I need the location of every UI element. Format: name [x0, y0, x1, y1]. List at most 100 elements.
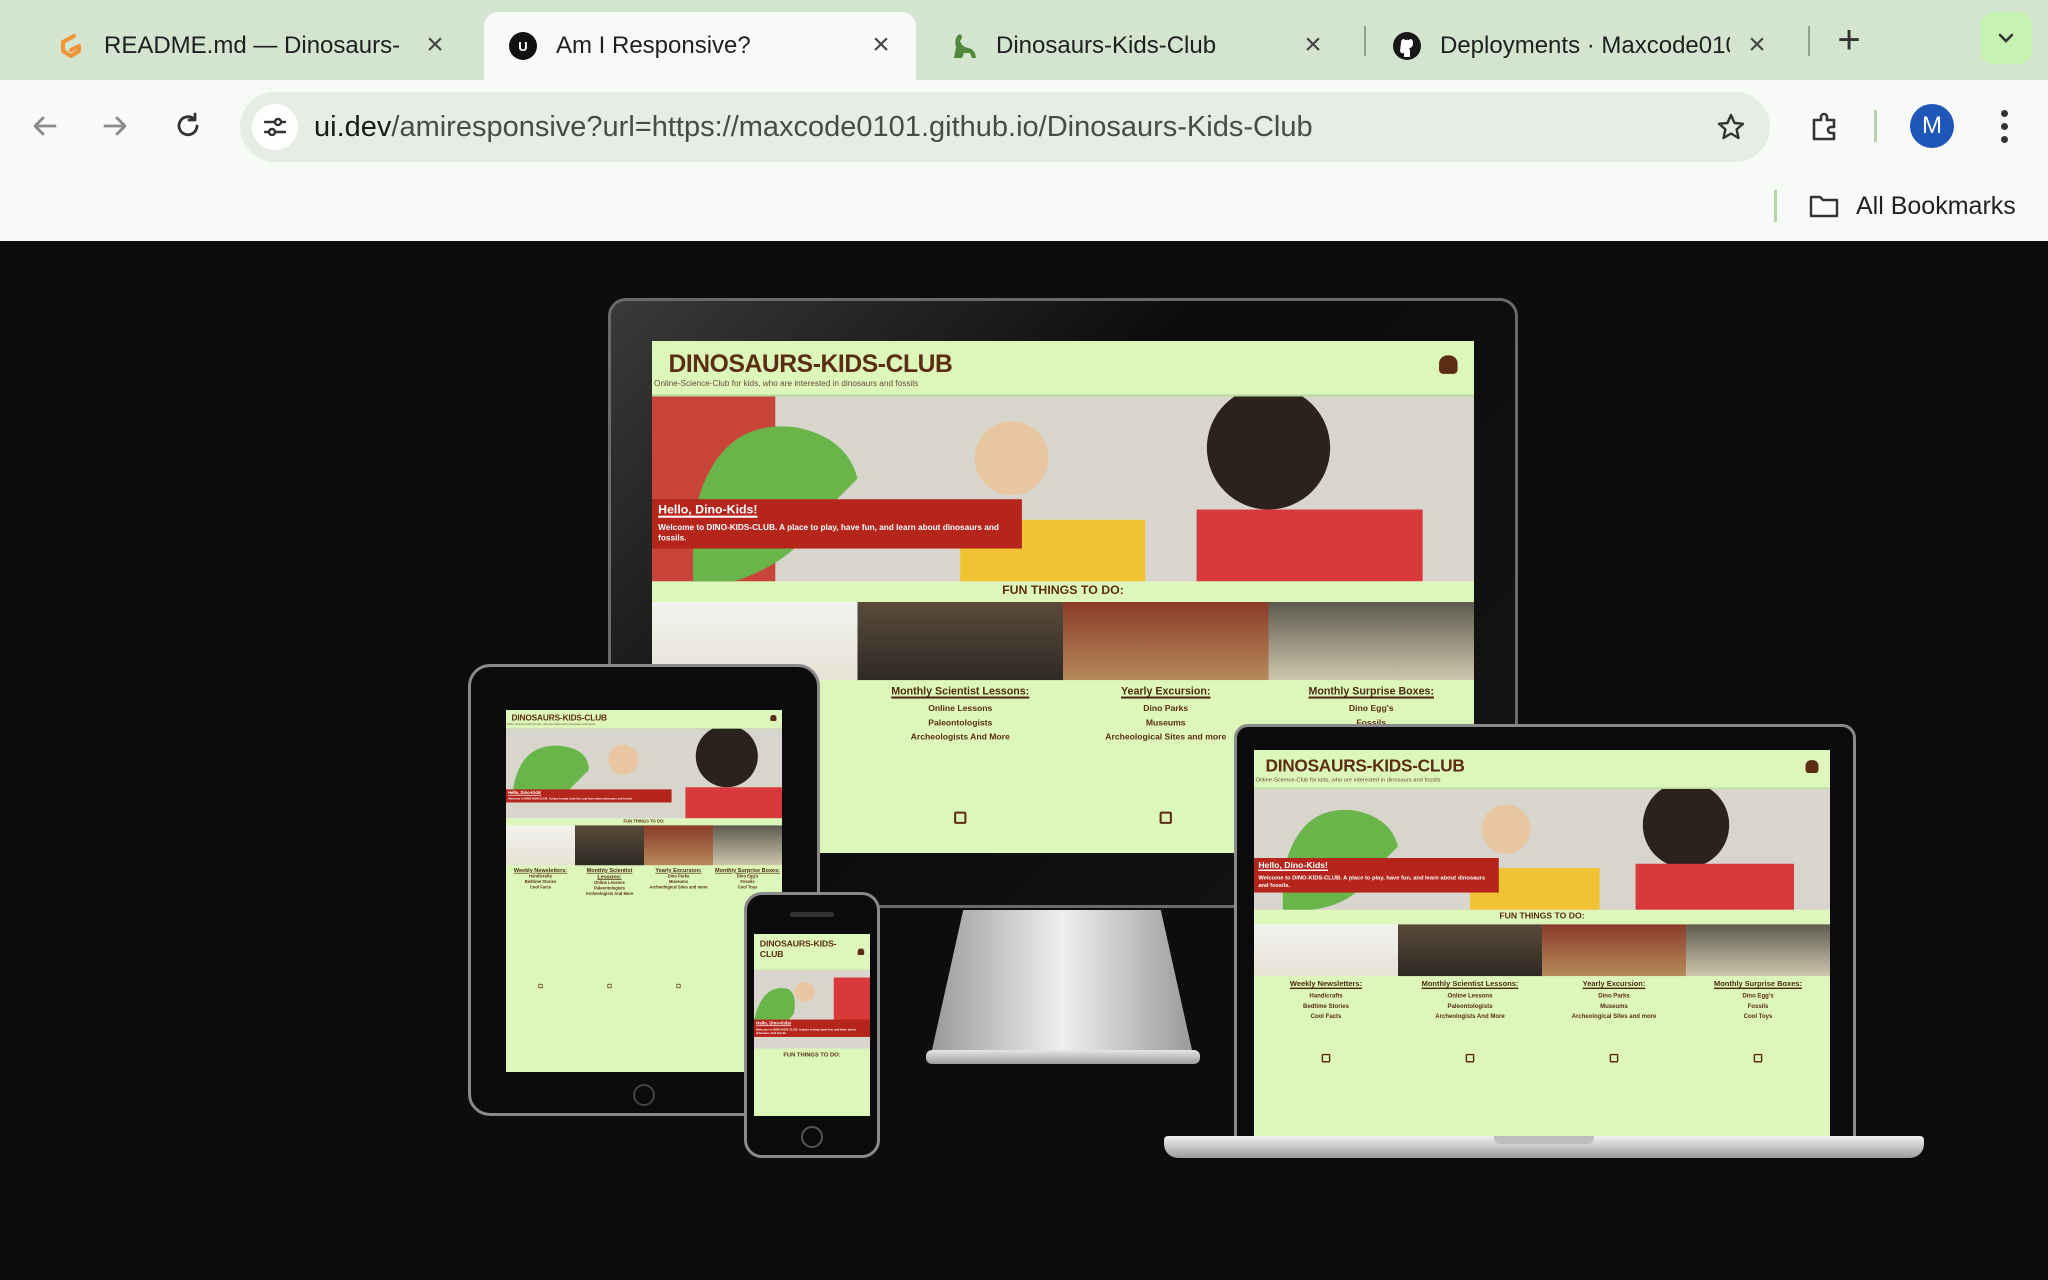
reload-button[interactable] — [162, 100, 214, 152]
card-item: Archeological Sites and more — [649, 885, 708, 891]
dino-figure-image — [1254, 924, 1398, 977]
card-item: Bedtime Stories — [524, 880, 557, 885]
phone-screen: DINOSAURS-KIDS- CLUB Hello, Dino-Kids! We… — [754, 934, 870, 1116]
site-footer-icons — [506, 929, 782, 989]
card-item: Fossils — [1747, 1002, 1769, 1010]
card-item: Paleontologists — [1447, 1002, 1493, 1010]
card-lessons: Monthly Scientist Lessons: Online Lessons… — [575, 825, 644, 929]
twitter-icon[interactable] — [607, 983, 612, 989]
close-icon[interactable]: × — [420, 30, 450, 61]
back-button[interactable] — [18, 100, 70, 152]
extensions-button[interactable] — [1802, 104, 1848, 150]
youtube-icon[interactable] — [1609, 1053, 1619, 1063]
tune-icon — [263, 117, 287, 137]
facebook-icon[interactable] — [1321, 1053, 1331, 1063]
card-item: Paleontologists — [594, 886, 625, 891]
site-brand: DINOSAURS-KIDS-CLUB — [1265, 755, 1465, 776]
laptop-mockup: DINOSAURS-KIDS-CLUB Online-Science-Club … — [1164, 724, 1924, 1164]
svg-text:U: U — [518, 39, 527, 54]
tab-search-button[interactable] — [1980, 12, 2032, 64]
card-title[interactable]: Yearly Excursion: — [644, 867, 713, 873]
card-title[interactable]: Monthly Scientist Lessons: — [858, 686, 1064, 698]
card-item: Handicrafts — [1309, 991, 1343, 1000]
close-icon[interactable]: × — [1742, 30, 1772, 61]
twitter-icon[interactable] — [1465, 1053, 1475, 1063]
hero-heading: Hello, Dino-Kids! — [756, 1021, 792, 1027]
card-title[interactable]: Monthly Surprise Boxes: — [713, 867, 782, 873]
new-tab-button[interactable]: + — [1827, 20, 1871, 64]
hero-photo — [652, 396, 1474, 582]
hamburger-icon — [857, 948, 865, 956]
card-title[interactable]: Weekly Newsletters: — [1254, 980, 1398, 989]
dinosaur-icon — [948, 31, 978, 61]
site-tagline: Online-Science-Club for kids, who are in… — [506, 722, 596, 726]
card-boxes: Monthly Surprise Boxes: Dino Egg's Fossils… — [1686, 924, 1830, 1039]
tab-am-i-responsive[interactable]: U Am I Responsive? × — [484, 12, 916, 80]
url-text[interactable]: ui.dev/amiresponsive?url=https://maxcode… — [314, 92, 1313, 162]
tab-dinosaurs-kids-club[interactable]: Dinosaurs-Kids-Club × — [924, 12, 1348, 80]
fun-heading: FUN THINGS TO DO: — [623, 819, 665, 824]
phone-speaker — [790, 912, 834, 917]
card-item: Museums — [668, 880, 689, 885]
hamburger-icon — [1805, 760, 1819, 774]
arrow-left-icon — [33, 116, 57, 136]
tab-divider — [1364, 26, 1366, 56]
chevron-down-icon — [1998, 33, 2014, 43]
card-title[interactable]: Yearly Excursion: — [1063, 686, 1269, 698]
profile-avatar[interactable]: M — [1910, 104, 1954, 148]
card-item: Archeological Sites and more — [1571, 1012, 1657, 1020]
card-item: Dino Egg's — [736, 874, 759, 880]
forward-button[interactable] — [90, 100, 142, 152]
fossil-image — [575, 825, 644, 866]
dino-eggs-image — [1268, 601, 1474, 681]
twitter-icon[interactable] — [954, 811, 967, 824]
fun-heading: FUN THINGS TO DO: — [1002, 585, 1124, 598]
card-title[interactable]: Monthly Scientist Lessons: — [575, 867, 644, 879]
youtube-icon[interactable] — [676, 983, 681, 989]
card-item: Cool Toys — [737, 885, 758, 891]
dino-costume-image — [1542, 924, 1686, 977]
toolbar: ui.dev/amiresponsive?url=https://maxcode… — [0, 80, 2048, 172]
card-title[interactable]: Monthly Scientist Lessons: — [1398, 980, 1542, 989]
card-item: Dino Egg's — [1348, 702, 1394, 713]
card-title[interactable]: Monthly Surprise Boxes: — [1269, 686, 1475, 698]
phone-home-button — [801, 1126, 823, 1148]
site-info-button[interactable] — [252, 104, 298, 150]
card-item: Dino Parks — [1598, 991, 1630, 1000]
card-title[interactable]: Weekly Newsletters: — [506, 867, 575, 873]
browser-menu-button[interactable] — [1984, 102, 2024, 150]
dino-eggs-image — [1686, 924, 1830, 977]
site-brand: DINOSAURS-KIDS-CLUB — [511, 712, 607, 723]
hero-banner: Hello, Dino-Kids! Welcome to DINO-KIDS-C… — [754, 1019, 870, 1037]
site-header: DINOSAURS-KIDS-CLUB Online-Science-Club … — [652, 341, 1474, 397]
close-icon[interactable]: × — [866, 30, 896, 61]
tab-readme[interactable]: README.md — Dinosaurs- × — [32, 12, 470, 80]
hero-text: Welcome to DINO-KIDS-CLUB. A place to pl… — [658, 521, 999, 543]
card-title[interactable]: Yearly Excursion: — [1542, 980, 1686, 989]
brand-line-2: CLUB — [759, 949, 784, 960]
site-preview-tablet: DINOSAURS-KIDS-CLUB Online-Science-Club … — [506, 710, 782, 989]
bookmark-star-button[interactable] — [1710, 106, 1752, 148]
hero-text: Welcome to DINO-KIDS-CLUB. A place to pl… — [1258, 873, 1486, 889]
card-excursion: Yearly Excursion: Dino Parks Museums Archeo… — [1542, 924, 1686, 1039]
facebook-icon[interactable] — [538, 983, 543, 989]
instagram-icon[interactable] — [1753, 1053, 1763, 1063]
card-item: Dino Parks — [1143, 702, 1189, 713]
address-bar[interactable]: ui.dev/amiresponsive?url=https://maxcode… — [240, 92, 1770, 162]
activity-cards: Weekly Newsletters: Handicrafts Bedtime St… — [1254, 924, 1830, 1039]
site-tagline: Online-Science-Club for kids, who are in… — [654, 377, 919, 389]
close-icon[interactable]: × — [1298, 30, 1328, 61]
toolbar-divider — [1874, 110, 1877, 142]
card-item: Archeologists And More — [910, 731, 1010, 742]
monitor-stand — [932, 910, 1192, 1050]
tab-deployments[interactable]: Deployments · Maxcode010 × — [1368, 12, 1792, 80]
site-preview-phone: DINOSAURS-KIDS- CLUB Hello, Dino-Kids! We… — [754, 934, 870, 1058]
all-bookmarks-button[interactable]: All Bookmarks — [1808, 184, 2016, 228]
site-hero: Hello, Dino-Kids! Welcome to DINO-KIDS-C… — [506, 728, 782, 819]
card-item: Online Lessons — [594, 881, 625, 886]
arrow-right-icon — [103, 116, 127, 136]
card-item: Dino Egg's — [1742, 991, 1774, 1000]
card-item: Cool Toys — [1743, 1012, 1773, 1020]
site-brand: DINOSAURS-KIDS-CLUB — [668, 349, 953, 378]
card-title[interactable]: Monthly Surprise Boxes: — [1686, 980, 1830, 989]
